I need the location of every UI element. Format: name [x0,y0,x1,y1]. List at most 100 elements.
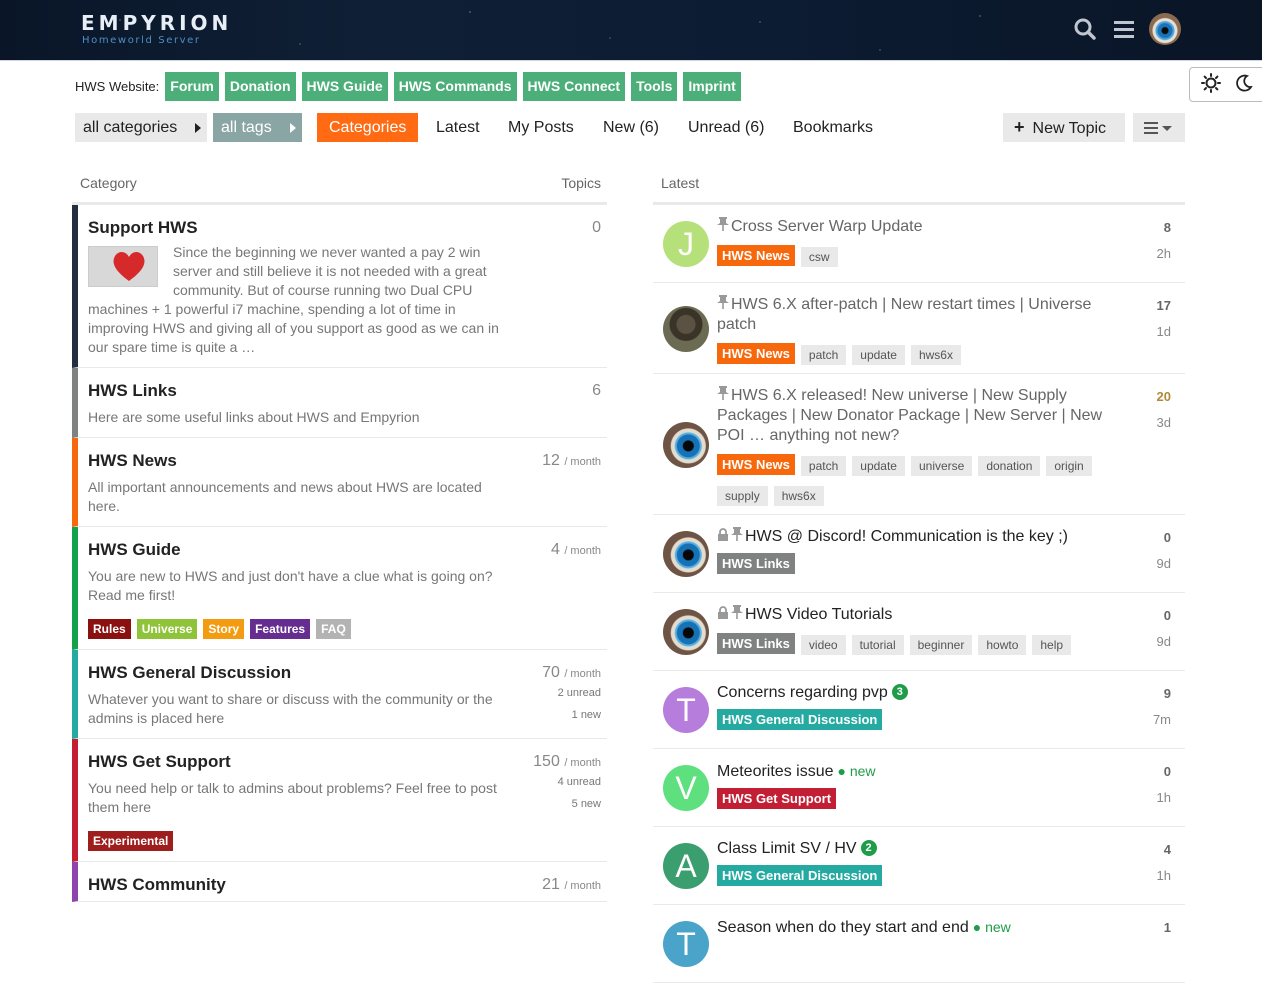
category-name[interactable]: Support HWS [88,217,499,239]
link-hws-commands[interactable]: HWS Commands [393,72,517,101]
topic-row[interactable]: HWS Video Tutorials HWS Links video tutoria… [653,593,1185,671]
category-name[interactable]: HWS Links [88,380,499,402]
topic-title[interactable]: HWS 6.X after-patch | New restart times … [717,295,1125,335]
topic-tag[interactable]: patch [800,345,847,365]
topic-author-avatar[interactable]: T [663,687,709,733]
moon-icon[interactable] [1235,74,1253,95]
category-row[interactable]: HWS Guide You are new to HWS and just don… [72,527,607,650]
topic-tag[interactable]: patch [800,456,847,476]
topic-tag[interactable]: hws6x [910,345,961,365]
nav-unread[interactable]: Unread (6) [676,113,776,142]
nav-new[interactable]: New (6) [591,113,671,142]
topic-post-count[interactable]: 8 [1157,219,1171,237]
topic-author-avatar[interactable]: J [663,221,709,267]
topic-tag[interactable]: supply [717,486,768,506]
topic-category-badge[interactable]: HWS Links [717,553,795,574]
topic-title-text[interactable]: HWS @ Discord! Communication is the key … [745,528,1068,545]
topic-tag[interactable]: update [852,456,905,476]
new-topic-button[interactable]: + New Topic [1003,113,1125,142]
link-donation[interactable]: Donation [224,72,296,101]
link-hws-connect[interactable]: HWS Connect [522,72,626,101]
topic-category-badge[interactable]: HWS News [717,453,795,475]
all-categories-dropdown[interactable]: all categories [75,113,207,142]
topic-tag[interactable]: hws6x [773,486,824,506]
new-posts-count-badge[interactable]: 3 [891,684,908,700]
topic-title-text[interactable]: HWS Video Tutorials [745,606,892,623]
topic-post-count[interactable]: 0 [1157,763,1171,781]
subcategory-badge[interactable]: Story [203,619,245,639]
topic-row[interactable]: HWS @ Discord! Communication is the key … [653,515,1185,593]
topic-post-count[interactable]: 4 [1157,841,1171,859]
new-posts-count-badge[interactable]: 2 [860,840,877,856]
topic-tag[interactable]: universe [910,456,973,476]
topic-row[interactable]: T Season when do they start and end ● new 1 [653,905,1185,983]
topic-title-text[interactable]: Concerns regarding pvp [717,684,888,701]
subcategory-badge[interactable]: Universe [136,619,198,639]
site-logo[interactable]: EMPYRION Homeworld Server [81,11,231,51]
nav-bookmarks[interactable]: Bookmarks [781,113,885,142]
topic-category-badge[interactable]: HWS News [717,342,795,364]
topic-row[interactable]: T Concerns regarding pvp 3 HWS General Disc… [653,671,1185,749]
link-imprint[interactable]: Imprint [683,72,741,101]
topic-tag[interactable]: beginner [909,635,973,655]
topic-title[interactable]: Cross Server Warp Update [717,217,1125,237]
topic-tag[interactable]: howto [978,635,1027,655]
topic-category-badge[interactable]: HWS News [717,244,795,266]
category-name[interactable]: HWS Guide [88,539,499,561]
user-avatar[interactable] [1149,13,1181,45]
link-forum[interactable]: Forum [165,72,219,101]
topic-title[interactable]: Class Limit SV / HV 2 [717,839,1125,859]
topic-post-count[interactable]: 20 [1157,388,1171,406]
nav-categories[interactable]: Categories [317,113,419,142]
topic-title[interactable]: HWS 6.X released! New universe | New Sup… [717,386,1125,446]
topic-post-count[interactable]: 0 [1157,529,1171,547]
subcategory-badge[interactable]: Rules [88,619,131,639]
link-hws-guide[interactable]: HWS Guide [301,72,388,101]
topic-tag[interactable]: tutorial [851,635,904,655]
category-row[interactable]: HWS General Discussion Whatever you want … [72,650,607,739]
category-row[interactable]: HWS News All important announcements and … [72,438,607,527]
search-icon[interactable] [1070,14,1100,44]
category-name[interactable]: HWS Get Support [88,751,499,773]
category-row[interactable]: HWS Links Here are some useful links abou… [72,368,607,438]
topic-author-avatar[interactable] [663,306,709,352]
topic-author-avatar[interactable]: A [663,843,709,889]
topic-tag[interactable]: help [1032,635,1072,655]
topic-title[interactable]: Concerns regarding pvp 3 [717,683,1125,703]
category-name[interactable]: HWS Community [88,874,499,896]
topic-activity-age[interactable]: 2h [1157,246,1171,261]
topic-activity-age[interactable]: 9d [1157,556,1171,571]
subcategory-badge[interactable]: Features [250,619,311,639]
topic-category-badge[interactable]: HWS General Discussion [717,865,883,886]
topic-activity-age[interactable]: 7m [1153,712,1171,727]
topic-activity-age[interactable]: 1h [1157,868,1171,883]
topic-category-badge[interactable]: HWS Get Support [717,788,837,809]
topic-author-avatar[interactable]: T [663,921,709,967]
topic-post-count[interactable]: 0 [1157,607,1171,625]
topic-title[interactable]: HWS @ Discord! Communication is the key … [717,527,1125,547]
topic-author-avatar[interactable] [663,531,709,577]
subcategory-badge[interactable]: Experimental [88,831,174,851]
topic-post-count[interactable]: 9 [1153,685,1171,703]
topic-title[interactable]: Meteorites issue ● new [717,761,1125,782]
topic-title-text[interactable]: HWS 6.X after-patch | New restart times … [717,296,1091,333]
nav-my-posts[interactable]: My Posts [496,113,586,142]
theme-toggle[interactable] [1189,67,1262,102]
topic-activity-age[interactable]: 3d [1157,415,1171,430]
category-row[interactable]: HWS Get Support You need help or talk to … [72,739,607,862]
list-options-button[interactable] [1133,113,1185,142]
topic-title[interactable]: HWS Video Tutorials [717,605,1125,625]
topic-title-text[interactable]: Season when do they start and end [717,919,969,936]
topic-title-text[interactable]: Cross Server Warp Update [731,218,922,235]
new-count[interactable]: 5 new [533,793,601,815]
topic-author-avatar[interactable]: V [663,765,709,811]
sun-icon[interactable] [1201,73,1221,96]
topic-title-text[interactable]: Class Limit SV / HV [717,840,857,857]
topic-post-count[interactable]: 1 [1164,919,1171,937]
topic-tag[interactable]: video [800,635,846,655]
hamburger-menu-icon[interactable] [1109,14,1139,44]
new-count[interactable]: 1 new [542,704,601,726]
category-name[interactable]: HWS News [88,450,499,472]
topic-row[interactable]: V Meteorites issue ● new HWS Get Support 0 1h [653,749,1185,827]
topic-tag[interactable]: origin [1046,456,1092,476]
